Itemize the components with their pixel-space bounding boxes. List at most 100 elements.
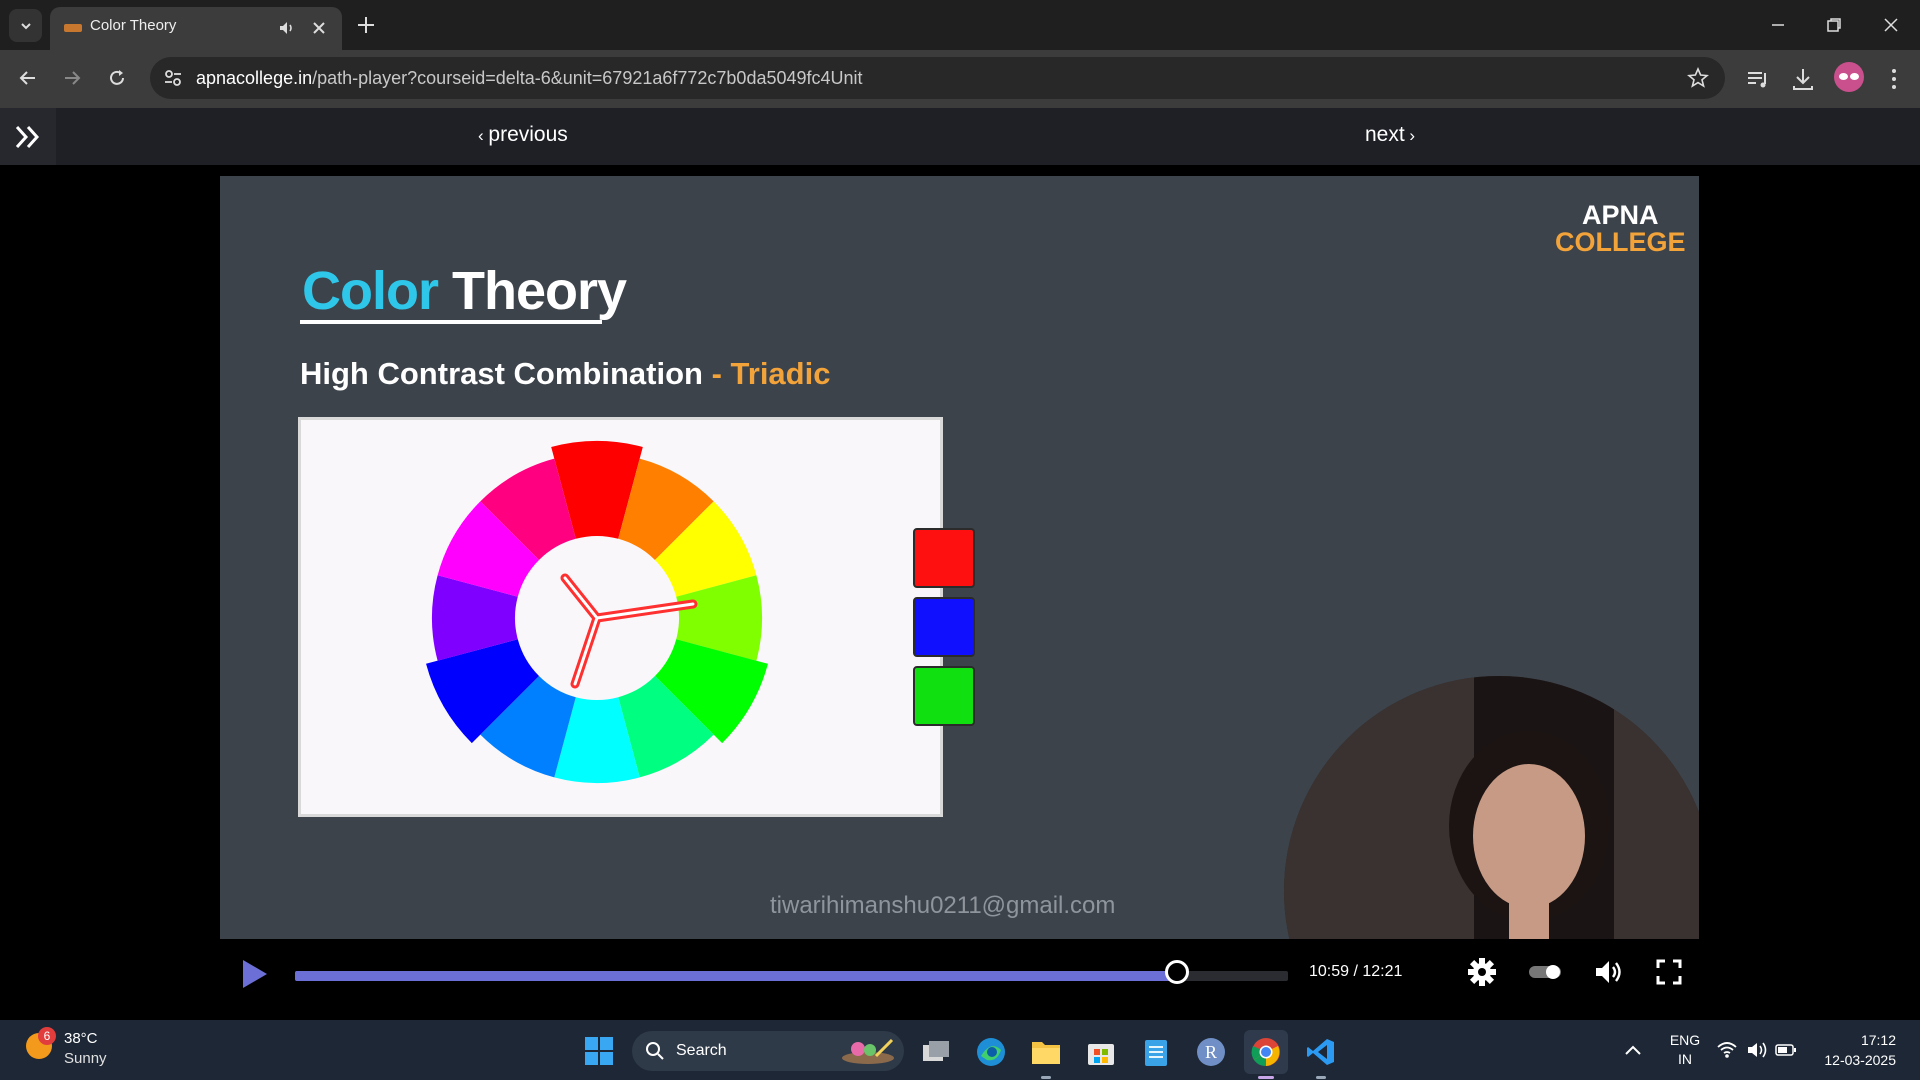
speaker-icon[interactable] bbox=[278, 19, 296, 37]
task-view-icon bbox=[923, 1041, 949, 1061]
tab-search-button[interactable] bbox=[9, 9, 42, 42]
reload-button[interactable] bbox=[102, 63, 132, 93]
url-text[interactable]: apnacollege.in/path-player?courseid=delt… bbox=[196, 68, 863, 89]
triadic-swatch-blue bbox=[913, 597, 975, 657]
search-icon bbox=[646, 1042, 664, 1060]
back-arrow-icon bbox=[19, 71, 35, 85]
profile-avatar[interactable] bbox=[1834, 62, 1864, 92]
progress-fill bbox=[295, 971, 1177, 981]
edge-icon bbox=[977, 1038, 1005, 1066]
url-domain: apnacollege.in bbox=[196, 68, 313, 88]
notepad-icon bbox=[1145, 1040, 1167, 1066]
r-app-button[interactable]: R bbox=[1189, 1030, 1233, 1074]
taskbar-search[interactable]: Search bbox=[632, 1031, 904, 1071]
previous-label: previous bbox=[488, 123, 568, 146]
more-menu-icon[interactable] bbox=[1890, 68, 1898, 90]
lesson-navigation-bar: ‹ previous next › bbox=[0, 108, 1920, 165]
close-window-icon[interactable] bbox=[1883, 17, 1899, 33]
search-highlight-art-icon bbox=[842, 1038, 894, 1064]
edge-button[interactable] bbox=[969, 1030, 1013, 1074]
language-line1[interactable]: ENG bbox=[1667, 1032, 1703, 1048]
svg-text:R: R bbox=[1205, 1042, 1217, 1062]
weather-condition: Sunny bbox=[64, 1050, 107, 1067]
color-wheel-card bbox=[298, 417, 943, 817]
url-path: /path-player?courseid=delta-6&unit=67921… bbox=[312, 68, 863, 88]
weather-temperature: 38°C bbox=[64, 1030, 98, 1047]
browser-tab-bar: Color Theory bbox=[0, 0, 1920, 50]
progress-knob[interactable] bbox=[1164, 960, 1189, 984]
chevron-up-icon[interactable] bbox=[1624, 1044, 1642, 1056]
running-indicator bbox=[1316, 1076, 1326, 1079]
title-underline bbox=[300, 320, 602, 324]
windows-start-icon[interactable] bbox=[584, 1036, 614, 1066]
tab-title: Color Theory bbox=[90, 17, 177, 34]
browser-toolbar: apnacollege.in/path-player?courseid=delt… bbox=[0, 50, 1920, 108]
sidebar-toggle-button[interactable] bbox=[0, 108, 56, 165]
settings-gear-icon[interactable] bbox=[1465, 955, 1499, 989]
chevron-down-icon bbox=[20, 22, 31, 29]
r-app-icon: R bbox=[1197, 1038, 1225, 1066]
slide-title: Color Theory bbox=[302, 260, 627, 322]
chevron-left-icon: ‹ bbox=[478, 126, 489, 145]
chrome-icon bbox=[1251, 1038, 1280, 1067]
minimize-icon[interactable] bbox=[1770, 17, 1786, 33]
clock-time[interactable]: 17:12 bbox=[1800, 1032, 1896, 1048]
back-button[interactable] bbox=[13, 63, 43, 93]
wifi-icon[interactable] bbox=[1716, 1041, 1738, 1059]
instructor-webcam bbox=[1284, 676, 1699, 939]
running-indicator bbox=[1258, 1076, 1274, 1079]
tab-close-icon[interactable] bbox=[312, 21, 326, 35]
task-view-button[interactable] bbox=[914, 1030, 958, 1074]
autoplay-toggle-icon[interactable] bbox=[1527, 955, 1563, 989]
browser-tab[interactable]: Color Theory bbox=[50, 7, 342, 50]
slide-subtitle: High Contrast Combination - Triadic bbox=[300, 356, 830, 392]
forward-button[interactable] bbox=[57, 63, 87, 93]
favicon-icon bbox=[64, 24, 82, 32]
video-stage: APNA COLLEGE Color Theory High Contrast … bbox=[0, 165, 1920, 1020]
volume-icon[interactable] bbox=[1592, 955, 1626, 989]
next-link[interactable]: next › bbox=[1365, 123, 1415, 147]
double-chevron-right-icon bbox=[15, 125, 40, 148]
tray-volume-icon[interactable] bbox=[1746, 1041, 1768, 1059]
bookmark-star-icon[interactable] bbox=[1687, 67, 1709, 89]
play-button[interactable] bbox=[240, 958, 270, 990]
restore-icon[interactable] bbox=[1826, 17, 1842, 33]
file-explorer-button[interactable] bbox=[1024, 1030, 1068, 1079]
time-display: 10:59 / 12:21 bbox=[1309, 963, 1403, 980]
apna-college-logo: APNA COLLEGE bbox=[1555, 202, 1686, 256]
triadic-swatch-green bbox=[913, 666, 975, 726]
progress-bar[interactable] bbox=[295, 960, 1288, 984]
windows-taskbar: 6 38°C Sunny Search R ENG IN 17:12 12-03… bbox=[0, 1020, 1920, 1080]
previous-link[interactable]: ‹ previous bbox=[478, 123, 568, 147]
microsoft-store-icon bbox=[1088, 1044, 1114, 1065]
reload-icon bbox=[110, 70, 124, 85]
logo-line1: APNA bbox=[1582, 200, 1659, 230]
watermark-email: tiwarihimanshu0211@gmail.com bbox=[770, 892, 1116, 919]
color-wheel-diagram bbox=[426, 441, 768, 783]
notepad-button[interactable] bbox=[1134, 1030, 1178, 1074]
vscode-icon bbox=[1307, 1039, 1334, 1065]
slide-title-word2: Theory bbox=[452, 261, 627, 321]
subtitle-main: High Contrast Combination bbox=[300, 356, 712, 391]
download-icon[interactable] bbox=[1789, 65, 1817, 93]
file-explorer-icon bbox=[1032, 1042, 1060, 1064]
battery-icon[interactable] bbox=[1775, 1043, 1797, 1057]
forward-arrow-icon bbox=[65, 71, 81, 85]
microsoft-store-button[interactable] bbox=[1079, 1030, 1123, 1074]
running-indicator bbox=[1041, 1076, 1051, 1079]
address-bar[interactable]: apnacollege.in/path-player?courseid=delt… bbox=[150, 57, 1725, 99]
fullscreen-icon[interactable] bbox=[1652, 955, 1686, 989]
chrome-button[interactable] bbox=[1244, 1030, 1288, 1079]
search-label: Search bbox=[676, 1042, 727, 1059]
instructor-figure bbox=[1284, 676, 1699, 939]
next-label: next bbox=[1365, 123, 1405, 146]
site-settings-icon[interactable] bbox=[162, 67, 184, 89]
new-tab-icon[interactable] bbox=[357, 16, 375, 34]
video-frame[interactable]: APNA COLLEGE Color Theory High Contrast … bbox=[220, 176, 1699, 939]
chevron-right-icon: › bbox=[1404, 126, 1416, 145]
vscode-button[interactable] bbox=[1299, 1030, 1343, 1079]
slide-title-word1: Color bbox=[302, 261, 439, 321]
media-queue-icon[interactable] bbox=[1744, 65, 1772, 93]
triadic-swatch-red bbox=[913, 528, 975, 588]
subtitle-accent: - Triadic bbox=[711, 356, 831, 391]
